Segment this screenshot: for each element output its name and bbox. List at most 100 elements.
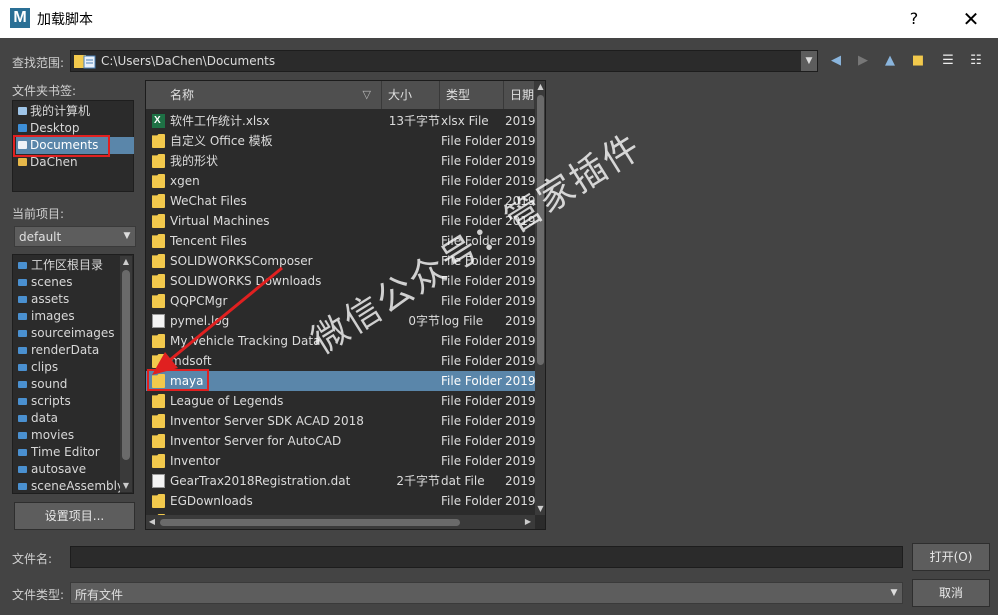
file-row[interactable]: 软件工作统计.xlsx 13千字节 xlsx File 2019/ [146, 111, 535, 131]
file-row[interactable]: GearTrax2018Registration.dat 2千字节 dat Fi… [146, 471, 535, 491]
file-row[interactable]: League of Legends File Folder 2019/ [146, 391, 535, 411]
set-project-button[interactable]: 设置项目... [14, 502, 135, 530]
file-row[interactable]: EGDownloads File Folder 2019/ [146, 491, 535, 511]
file-list-hscrollbar[interactable]: ◀ ▶ [146, 515, 535, 529]
folder-icon [152, 494, 165, 508]
chevron-down-icon: ▼ [890, 588, 898, 598]
forward-icon[interactable]: ▶ [853, 52, 873, 70]
folder-icon [18, 466, 27, 473]
file-row[interactable]: xgen File Folder 2019/ [146, 171, 535, 191]
file-row[interactable]: SOLIDWORKS Downloads File Folder 2019/ [146, 271, 535, 291]
scroll-down-icon[interactable]: ▼ [120, 480, 132, 492]
list-item-label: sound [31, 377, 68, 391]
parent-folder-icon[interactable]: ▲ [880, 52, 900, 70]
list-item-label: data [31, 411, 59, 425]
scroll-down-icon[interactable]: ▼ [535, 503, 545, 515]
cancel-button[interactable]: 取消 [912, 579, 990, 607]
column-header-type[interactable]: 类型 [440, 81, 504, 109]
list-item[interactable]: sceneAssembly [17, 478, 124, 493]
desktop-icon [18, 124, 27, 132]
documents-folder-icon [74, 55, 96, 69]
workspace-scrollbar[interactable]: ▲ ▼ [120, 256, 132, 492]
lookin-dropdown-button[interactable]: ▼ [801, 51, 817, 71]
folder-icon [18, 296, 27, 303]
list-item[interactable]: sourceimages [17, 325, 114, 342]
project-label: 当前项目: [12, 207, 65, 221]
file-row[interactable]: Inventor Server SDK ACAD 2018 File Folde… [146, 411, 535, 431]
folder-icon [18, 347, 27, 354]
new-folder-icon[interactable]: ■ [908, 52, 928, 70]
list-item[interactable]: scripts [17, 393, 71, 410]
column-header-date[interactable]: 日期 [504, 81, 535, 109]
list-item[interactable]: autosave [17, 461, 86, 478]
help-button[interactable]: ? [902, 7, 926, 31]
list-item-label: movies [31, 428, 75, 442]
file-row[interactable]: 自定义 Office 模板 File Folder 2019/ [146, 131, 535, 151]
file-name: QQPCMgr [170, 294, 228, 308]
column-header-size[interactable]: 大小 [382, 81, 440, 109]
list-item[interactable]: Time Editor [17, 444, 100, 461]
back-icon[interactable]: ◀ [826, 52, 846, 70]
file-type: File Folder [441, 214, 502, 228]
file-name: 软件工作统计.xlsx [170, 114, 270, 128]
detail-view-icon[interactable]: ☷ [966, 52, 986, 70]
file-row[interactable]: mdsoft File Folder 2019/ [146, 351, 535, 371]
file-row[interactable]: 我的形状 File Folder 2019/ [146, 151, 535, 171]
file-row[interactable]: Inventor Server for AutoCAD File Folder … [146, 431, 535, 451]
scroll-up-icon[interactable]: ▲ [120, 256, 132, 268]
close-button[interactable]: ✕ [958, 7, 984, 31]
open-button[interactable]: 打开(O) [912, 543, 990, 571]
file-row[interactable]: QQPCMgr File Folder 2019/ [146, 291, 535, 311]
list-item[interactable]: assets [17, 291, 69, 308]
folder-icon [18, 330, 27, 337]
list-item[interactable]: clips [17, 359, 58, 376]
folder-icon [18, 415, 27, 422]
file-row[interactable]: Tencent Files File Folder 2019/ [146, 231, 535, 251]
list-item-label: Time Editor [31, 445, 100, 459]
lookin-combobox[interactable]: C:\Users\DaChen\Documents [70, 50, 818, 72]
file-row[interactable]: WeChat Files File Folder 2019/ [146, 191, 535, 211]
file-row[interactable]: Inventor File Folder 2019/ [146, 451, 535, 471]
list-item[interactable]: sound [17, 376, 67, 393]
project-value: default [19, 230, 62, 244]
file-name: pymel.log [170, 314, 230, 328]
file-row[interactable]: pymel.log 0字节 log File 2019/ [146, 311, 535, 331]
folder-icon [152, 414, 165, 428]
scroll-up-icon[interactable]: ▲ [535, 81, 545, 93]
file-row[interactable]: SOLIDWORKSComposer File Folder 2019/ [146, 251, 535, 271]
file-list-vscrollbar[interactable]: ▲ ▼ [535, 81, 545, 515]
file-type: File Folder [441, 174, 502, 188]
list-item[interactable]: renderData [17, 342, 99, 359]
list-item[interactable]: scenes [17, 274, 72, 291]
file-type: File Folder [441, 394, 502, 408]
folder-icon [152, 154, 165, 168]
list-view-icon[interactable]: ☰ [938, 52, 958, 70]
project-dropdown[interactable]: default ▼ [14, 226, 136, 247]
filetype-dropdown[interactable]: 所有文件 ▼ [70, 582, 903, 604]
filename-input[interactable] [70, 546, 903, 568]
file-type: File Folder [441, 194, 502, 208]
file-type: File Folder [441, 354, 502, 368]
text-file-icon [152, 314, 165, 328]
file-date: 2019/ [505, 434, 535, 448]
bookmark-item-computer[interactable]: 我的计算机 [16, 103, 134, 120]
scroll-right-icon[interactable]: ▶ [523, 516, 533, 528]
column-header-name[interactable]: 名称 ▽ [146, 81, 382, 109]
scroll-thumb[interactable] [122, 270, 130, 460]
file-name: My Vehicle Tracking Data [170, 334, 321, 348]
bookmark-label: DaChen [30, 155, 78, 169]
list-item[interactable]: 工作区根目录 [17, 257, 103, 274]
file-row[interactable]: My Vehicle Tracking Data File Folder 201… [146, 331, 535, 351]
scroll-left-icon[interactable]: ◀ [147, 516, 157, 528]
list-item[interactable]: images [17, 308, 75, 325]
file-row[interactable]: Virtual Machines File Folder 2019/ [146, 211, 535, 231]
file-date: 2019/ [505, 274, 535, 288]
file-name: GearTrax2018Registration.dat [170, 474, 351, 488]
scroll-thumb[interactable] [160, 519, 460, 526]
list-item[interactable]: data [17, 410, 58, 427]
file-name: Inventor Server for AutoCAD [170, 434, 342, 448]
list-item[interactable]: movies [17, 427, 74, 444]
file-name: xgen [170, 174, 200, 188]
file-date: 2019/ [505, 234, 535, 248]
scroll-thumb[interactable] [537, 95, 544, 365]
